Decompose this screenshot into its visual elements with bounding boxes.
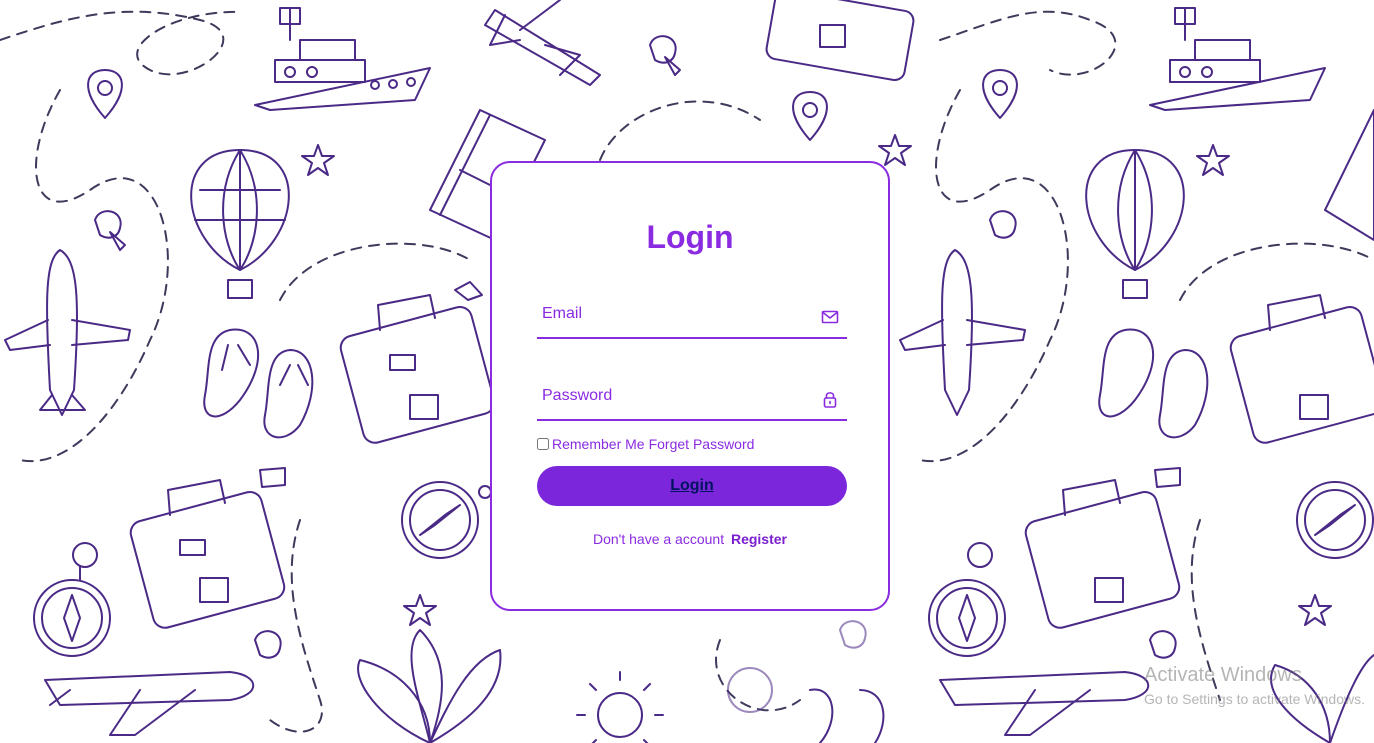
login-title: Login: [646, 219, 734, 255]
register-link[interactable]: Register: [731, 531, 787, 547]
remember-row: Remember Me Forget Password: [537, 435, 754, 453]
password-input[interactable]: [537, 375, 812, 417]
forget-password-link[interactable]: Forget Password: [649, 436, 755, 452]
login-button-label[interactable]: Login: [670, 477, 714, 495]
password-field-wrapper: [537, 375, 847, 421]
email-field-wrapper: [537, 293, 847, 339]
remember-me-checkbox[interactable]: [537, 438, 549, 450]
watermark-title: Activate Windows: [1144, 664, 1302, 686]
login-card: Login Remember Me Fo: [490, 161, 890, 611]
register-prompt: Don't have a account: [592, 531, 725, 547]
login-button[interactable]: Login: [537, 466, 847, 506]
login-page: Login Remember Me Fo: [0, 0, 1374, 743]
register-row: Don't have a account Register: [492, 531, 888, 547]
activate-windows-watermark: Activate Windows Go to Settings to activ…: [1144, 664, 1365, 707]
watermark-subtitle: Go to Settings to activate Windows.: [1144, 691, 1365, 707]
lock-icon: [821, 390, 839, 408]
envelope-icon: [821, 308, 839, 326]
remember-me-label[interactable]: Remember Me: [552, 436, 645, 452]
email-input[interactable]: [537, 293, 812, 335]
